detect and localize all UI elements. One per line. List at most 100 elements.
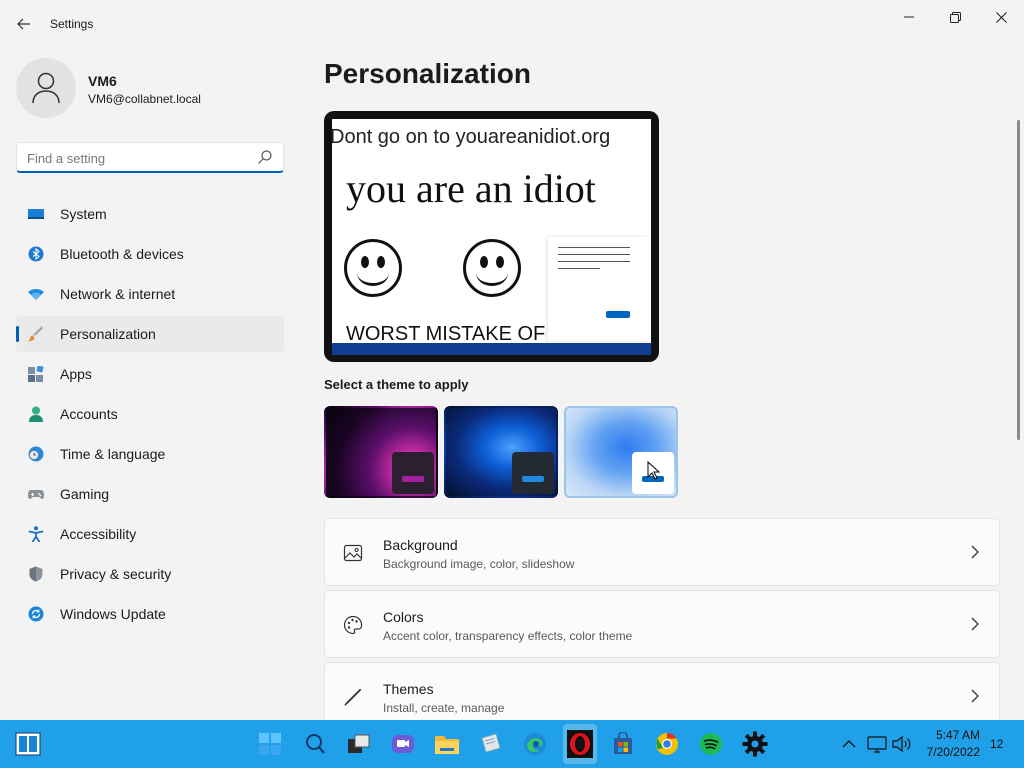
- maximize-button[interactable]: [932, 6, 978, 28]
- background-setting-card[interactable]: Background Background image, color, slid…: [324, 518, 1000, 586]
- sidebar-item-windows-update[interactable]: Windows Update: [16, 596, 284, 632]
- task-view-icon: [348, 734, 370, 753]
- minimize-button[interactable]: [886, 6, 932, 28]
- search-box[interactable]: [16, 142, 284, 173]
- file-explorer-button[interactable]: [433, 730, 461, 758]
- pen-icon: [344, 688, 362, 706]
- sidebar-item-label: Gaming: [60, 486, 110, 502]
- search-icon[interactable]: [257, 149, 273, 165]
- content-scrollbar[interactable]: [1017, 120, 1020, 440]
- sidebar-item-privacy[interactable]: Privacy & security: [16, 556, 284, 592]
- teams-chat-button[interactable]: [389, 730, 417, 758]
- person-icon: [29, 406, 43, 422]
- taskbar-search-button[interactable]: [301, 730, 329, 758]
- edge-browser-button[interactable]: [521, 730, 549, 758]
- chrome-browser-button[interactable]: [653, 730, 681, 758]
- sidebar-item-network[interactable]: Network & internet: [16, 276, 284, 312]
- taskbar-app-left[interactable]: [14, 730, 42, 758]
- apps-icon: [28, 366, 44, 382]
- chat-icon: [392, 735, 414, 753]
- sidebar-item-system[interactable]: System: [16, 196, 284, 232]
- preview-taskbar: [332, 343, 651, 355]
- sidebar-item-personalization[interactable]: Personalization: [16, 316, 284, 352]
- update-icon: [28, 606, 44, 622]
- taskbar: 5:47 AM 7/20/2022 12: [0, 720, 1024, 768]
- chevron-right-icon: [971, 617, 979, 631]
- start-button[interactable]: [256, 730, 284, 758]
- minimize-icon: [904, 16, 914, 18]
- bluetooth-icon: [28, 246, 44, 262]
- desktop-preview: Dont go on to youareanidiot.org you are …: [332, 119, 651, 355]
- clock-time[interactable]: 5:47 AM: [920, 728, 980, 742]
- sidebar-item-label: Accessibility: [60, 526, 137, 542]
- preview-wallpaper-text-top: Dont go on to youareanidiot.org: [332, 126, 611, 148]
- wifi-icon: [28, 289, 44, 300]
- sidebar-item-label: Accounts: [60, 406, 118, 422]
- close-button[interactable]: [978, 6, 1024, 28]
- sidebar-item-apps[interactable]: Apps: [16, 356, 284, 392]
- windows-logo-icon: [15, 732, 41, 756]
- gamepad-icon: [28, 490, 44, 499]
- theme-thumbnail-dark[interactable]: [444, 406, 558, 498]
- edge-icon: [524, 733, 546, 755]
- notepad-app-icon: [481, 733, 501, 753]
- monitor-icon: [28, 209, 44, 219]
- preview-wallpaper-text-main: you are an idiot: [346, 166, 596, 211]
- themes-section-label: Select a theme to apply: [324, 377, 469, 392]
- clock-date[interactable]: 7/20/2022: [920, 745, 980, 759]
- gear-icon: [742, 731, 768, 757]
- image-icon: [343, 544, 363, 562]
- avatar[interactable]: [16, 58, 76, 118]
- sidebar-item-accessibility[interactable]: Accessibility: [16, 516, 284, 552]
- smiley-face-icon: [344, 239, 402, 297]
- volume-tray-button[interactable]: [890, 730, 912, 758]
- user-name: VM6: [88, 73, 117, 89]
- shield-icon: [29, 566, 43, 582]
- back-button[interactable]: [12, 12, 36, 36]
- store-icon: [614, 732, 632, 754]
- card-subtitle: Accent color, transparency effects, colo…: [383, 629, 633, 643]
- chevron-up-icon: [842, 740, 856, 748]
- sidebar-item-gaming[interactable]: Gaming: [16, 476, 284, 512]
- preview-window: [548, 237, 651, 341]
- theme-window-preview: [512, 452, 554, 494]
- speaker-icon: [892, 735, 911, 753]
- sidebar-item-label: System: [60, 206, 107, 222]
- notification-count-badge[interactable]: 12: [990, 737, 1003, 751]
- sidebar-nav: System Bluetooth & devices Network & int…: [16, 196, 284, 636]
- sidebar-item-bluetooth[interactable]: Bluetooth & devices: [16, 236, 284, 272]
- chevron-right-icon: [971, 689, 979, 703]
- show-hidden-icons-button[interactable]: [838, 730, 860, 758]
- sidebar-item-time-language[interactable]: Time & language: [16, 436, 284, 472]
- colors-setting-card[interactable]: Colors Accent color, transparency effect…: [324, 590, 1000, 658]
- card-subtitle: Background image, color, slideshow: [383, 557, 575, 571]
- sidebar-item-label: Windows Update: [60, 606, 166, 622]
- theme-thumbnail-light[interactable]: [564, 406, 678, 498]
- brush-icon: [28, 326, 44, 342]
- sidebar-item-accounts[interactable]: Accounts: [16, 396, 284, 432]
- folder-icon: [435, 736, 459, 754]
- sidebar-item-label: Network & internet: [60, 286, 176, 302]
- back-arrow-icon: [17, 18, 30, 30]
- task-view-button[interactable]: [345, 730, 373, 758]
- taskbar-app-sketch[interactable]: [477, 730, 505, 758]
- opera-browser-button[interactable]: [563, 724, 597, 764]
- microsoft-store-button[interactable]: [609, 730, 637, 758]
- network-tray-button[interactable]: [866, 730, 888, 758]
- opera-icon: [567, 730, 593, 758]
- spotify-button[interactable]: [697, 730, 725, 758]
- settings-app-button[interactable]: [741, 730, 769, 758]
- chevron-right-icon: [971, 545, 979, 559]
- restore-icon: [949, 11, 961, 23]
- network-icon: [867, 736, 887, 753]
- sidebar-item-label: Time & language: [60, 446, 166, 462]
- user-email: VM6@collabnet.local: [88, 92, 201, 106]
- card-title: Colors: [383, 609, 424, 625]
- spotify-icon: [700, 733, 722, 755]
- search-input[interactable]: [27, 149, 247, 167]
- card-subtitle: Install, create, manage: [383, 701, 505, 715]
- app-title: Settings: [50, 17, 94, 31]
- theme-thumbnail-glow[interactable]: [324, 406, 438, 498]
- sidebar-item-label: Privacy & security: [60, 566, 172, 582]
- palette-icon: [343, 615, 363, 635]
